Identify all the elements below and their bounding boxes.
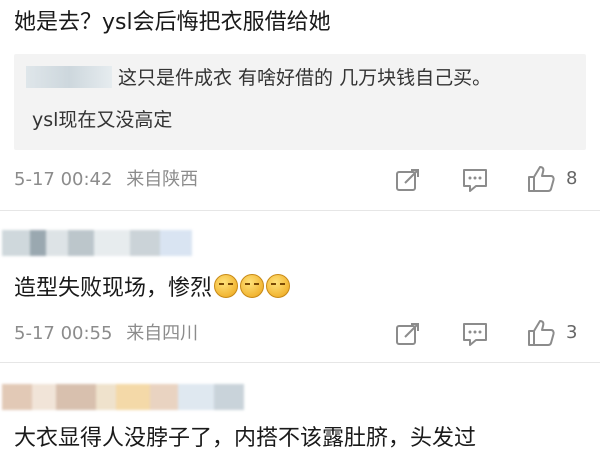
comment-time: 5-17 00:55 — [14, 323, 113, 344]
comment-location: 来自四川 — [126, 323, 199, 344]
like-count: 3 — [566, 322, 578, 343]
sleepy-face-emoji-icon — [240, 274, 265, 298]
share-icon[interactable] — [394, 320, 422, 348]
thumbs-up-icon[interactable] — [526, 318, 556, 348]
sleepy-face-emoji-icon — [266, 274, 291, 298]
quoted-reply-text: ysl现在又没高定 — [32, 109, 173, 131]
comment-text-content: 造型失败现场，惨烈 — [14, 276, 213, 301]
quoted-reply-text: 这只是件成衣 有啥好借的 几万块钱自己买。 — [118, 67, 492, 89]
divider — [0, 210, 600, 211]
blurred-username — [26, 66, 112, 88]
comment-time: 5-17 00:42 — [14, 169, 113, 190]
blurred-username — [2, 384, 272, 410]
comment-text: 她是去？ysl会后悔把衣服借给她 — [14, 10, 331, 35]
sleepy-face-emoji-icon — [214, 274, 239, 298]
thumbs-up-icon[interactable] — [526, 164, 556, 194]
divider — [0, 362, 600, 363]
comment-meta: 5-17 00:42 来自陕西 — [14, 168, 198, 192]
comment-text: 造型失败现场，惨烈 — [14, 274, 291, 304]
like-count: 8 — [566, 168, 578, 189]
comment-icon[interactable] — [460, 320, 490, 348]
comment-location: 来自陕西 — [126, 169, 199, 190]
comment-text: 大衣显得人没脖子了，内搭不该露肚脐，头发过 — [14, 426, 477, 451]
comment-meta: 5-17 00:55 来自四川 — [14, 322, 198, 346]
share-icon[interactable] — [394, 166, 422, 194]
blurred-username — [2, 230, 192, 256]
comment-icon[interactable] — [460, 166, 490, 194]
quoted-reply[interactable]: 这只是件成衣 有啥好借的 几万块钱自己买。 ysl现在又没高定 — [14, 54, 586, 150]
